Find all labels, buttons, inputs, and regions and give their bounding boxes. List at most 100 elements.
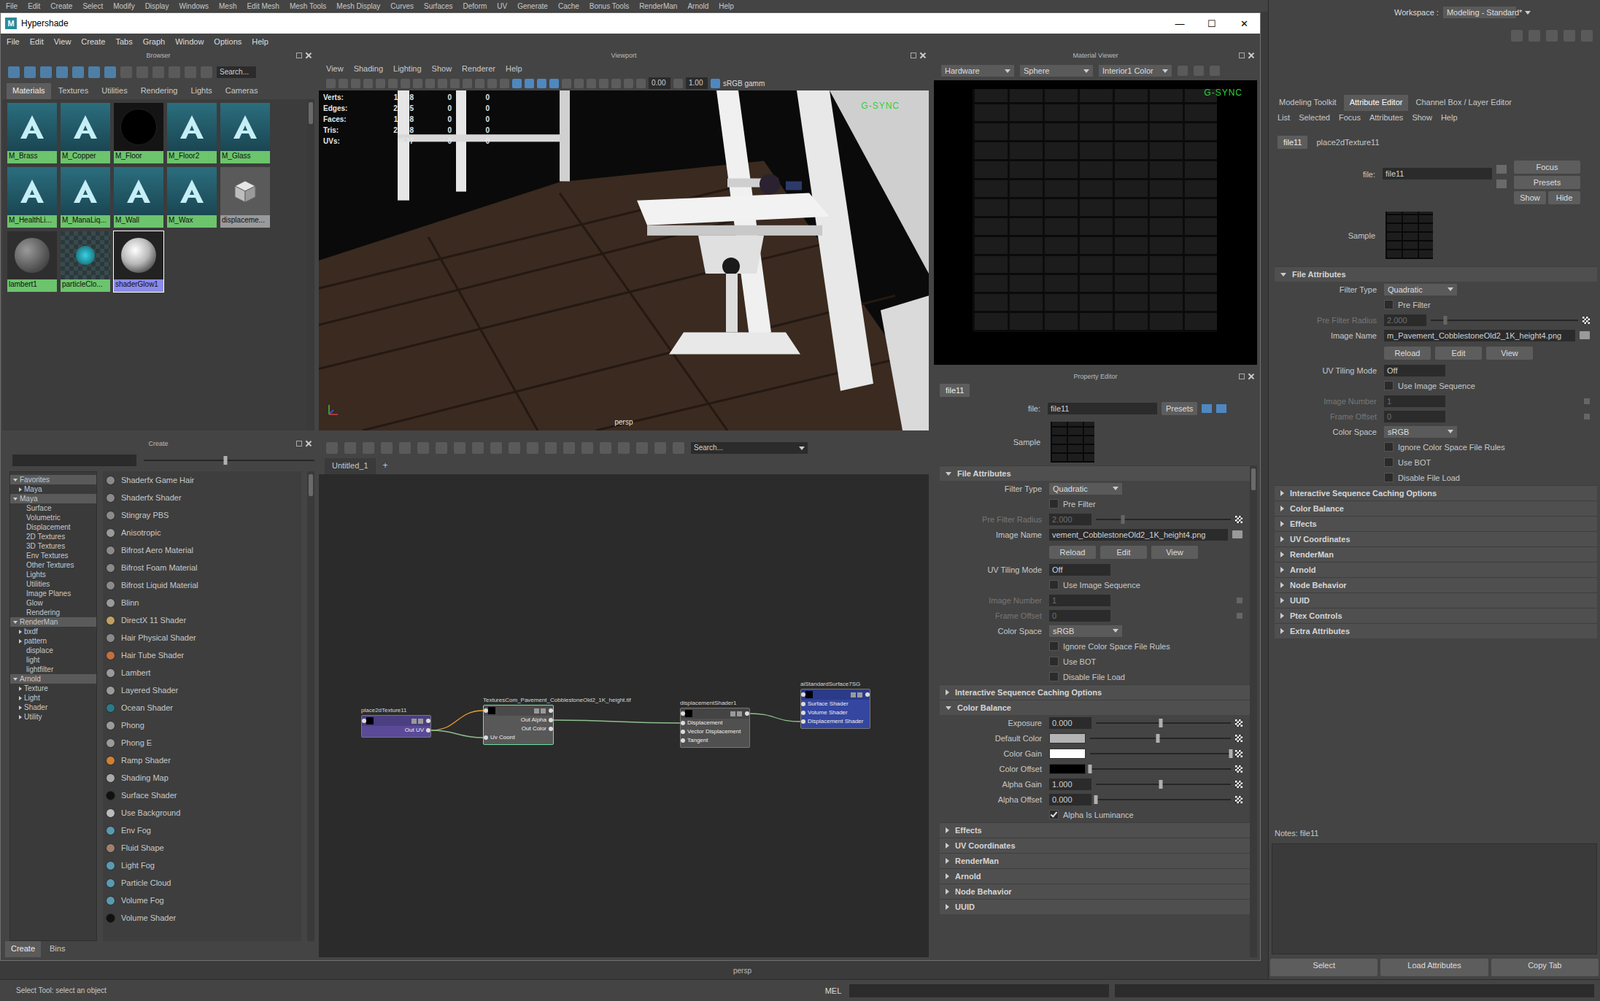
tree-item[interactable]: Lights — [10, 569, 97, 580]
value-field[interactable]: 1.000 — [1049, 778, 1092, 791]
color-swatch[interactable] — [1049, 763, 1086, 775]
checkbox[interactable] — [1384, 380, 1394, 391]
color-swatch[interactable] — [1049, 733, 1086, 744]
node-port[interactable]: Uv Coord — [483, 733, 554, 742]
graph-node[interactable]: TexturesCom_Pavement_CobblestoneOld2_1K_… — [482, 704, 554, 745]
material-swatch[interactable]: M_HealthLi... — [6, 166, 58, 229]
node-port[interactable]: Vector Displacement — [680, 727, 750, 737]
material-swatch[interactable]: M_Floor — [113, 102, 165, 165]
section-header[interactable]: UUID — [1274, 592, 1598, 608]
file-button[interactable]: View — [1151, 545, 1198, 559]
close-icon[interactable] — [305, 440, 312, 447]
tree-item[interactable]: Texture — [10, 683, 97, 694]
menu-item[interactable]: Attributes — [1369, 113, 1404, 122]
expand-icon[interactable] — [18, 715, 22, 720]
menu-item[interactable]: Modify — [113, 2, 135, 11]
create-node-item[interactable]: Layered Shader — [105, 681, 302, 699]
toolbar-icon[interactable] — [526, 442, 539, 454]
create-node-item[interactable]: Shaderfx Game Hair — [105, 471, 302, 489]
section-header[interactable]: Color Balance — [939, 699, 1250, 716]
tree-item[interactable]: Arnold — [10, 674, 97, 684]
tree-item[interactable]: Favorites — [10, 474, 97, 485]
tree-item[interactable]: displace — [10, 645, 97, 656]
node-tab[interactable]: file11 — [939, 383, 970, 397]
browser-tab[interactable]: Lights — [184, 83, 218, 100]
create-node-item[interactable]: Volume Shader — [105, 909, 302, 927]
map-icon[interactable] — [1235, 719, 1243, 727]
float-icon[interactable] — [1238, 52, 1245, 59]
create-node-item[interactable]: Particle Cloud — [105, 874, 302, 892]
bottom-tab[interactable]: Create — [5, 941, 41, 958]
input-connections-icon[interactable] — [1201, 404, 1212, 413]
menu-item[interactable]: Edit Mesh — [246, 2, 279, 11]
toolbar-icon[interactable] — [672, 442, 685, 454]
browser-tab[interactable]: Materials — [6, 83, 52, 100]
material-swatch[interactable]: M_Wax — [166, 166, 218, 229]
menu-item[interactable]: List — [1277, 113, 1290, 122]
key-icon[interactable] — [1583, 398, 1590, 405]
color-management-icon[interactable] — [710, 78, 721, 89]
section-header[interactable]: RenderMan — [939, 852, 1250, 869]
menu-item[interactable]: Mesh Display — [336, 2, 381, 11]
output-port[interactable] — [426, 718, 431, 724]
expand-icon[interactable] — [18, 686, 22, 691]
tool-icon[interactable] — [1528, 29, 1541, 42]
menu-item[interactable]: Create — [50, 2, 73, 11]
menu-item[interactable]: Deform — [463, 2, 488, 11]
attribute-dropdown[interactable]: sRGB — [1384, 426, 1457, 438]
toolbar-icon[interactable] — [412, 78, 423, 89]
toolbar-icon[interactable] — [425, 78, 435, 89]
editor-button[interactable]: Presets — [1513, 175, 1581, 189]
section-header[interactable]: Node Behavior — [939, 883, 1250, 899]
tree-item[interactable]: lightfilter — [10, 664, 97, 675]
presets-button[interactable]: Presets — [1161, 402, 1198, 416]
toolbar-icon[interactable] — [636, 78, 646, 89]
expand-icon[interactable] — [1280, 272, 1287, 277]
section-header[interactable]: UV Coordinates — [1274, 531, 1598, 547]
tree-item[interactable]: pattern — [10, 636, 97, 646]
toolbar-icon[interactable] — [545, 442, 557, 454]
checkbox[interactable] — [1384, 472, 1394, 483]
create-node-item[interactable]: Shading Map — [105, 768, 302, 787]
editor-button[interactable]: Show — [1513, 191, 1547, 205]
renderer-dropdown[interactable]: Hardware — [941, 64, 1015, 77]
expand-icon[interactable] — [1280, 582, 1285, 589]
slider[interactable] — [1095, 783, 1231, 786]
checkbox[interactable] — [1049, 580, 1059, 590]
workspace-dropdown[interactable]: Modeling - Standard* — [1443, 6, 1517, 19]
tree-item[interactable]: Maya — [10, 493, 97, 504]
folder-icon[interactable] — [1232, 530, 1243, 539]
create-search-field[interactable] — [12, 454, 137, 467]
toolbar-icon[interactable] — [344, 442, 357, 454]
menu-item[interactable]: Surfaces — [423, 2, 453, 11]
expand-icon[interactable] — [945, 706, 952, 710]
tree-item[interactable]: Rendering — [10, 607, 97, 618]
toolbar-icon[interactable] — [574, 78, 584, 89]
expand-icon[interactable] — [945, 842, 950, 849]
toolbar-icon[interactable] — [474, 78, 485, 89]
browser-tab[interactable]: Utilities — [95, 83, 133, 100]
tree-item[interactable]: Env Textures — [10, 550, 97, 561]
material-swatch[interactable]: M_Glass — [219, 102, 271, 165]
browser-tab[interactable]: Textures — [52, 83, 95, 100]
toolbar-icon[interactable] — [549, 78, 559, 89]
close-icon[interactable] — [920, 52, 926, 59]
toolbar-icon[interactable] — [472, 442, 484, 454]
menu-item[interactable]: Tabs — [115, 37, 133, 46]
material-swatch[interactable]: M_Wall — [113, 166, 165, 229]
value-field[interactable]: 0 — [1049, 609, 1111, 622]
expand-icon[interactable] — [1280, 536, 1285, 543]
key-icon[interactable] — [1583, 413, 1590, 420]
float-icon[interactable] — [296, 440, 303, 447]
section-header[interactable]: File Attributes — [939, 465, 1250, 481]
toolbar-icon[interactable] — [512, 78, 522, 89]
material-swatch[interactable]: displaceme... — [219, 166, 271, 229]
menu-item[interactable]: Graph — [143, 37, 166, 46]
slider[interactable] — [1430, 319, 1579, 322]
node-port[interactable]: Tangent — [680, 736, 750, 745]
create-node-item[interactable]: Fluid Shape — [105, 839, 302, 857]
toolbar-icon[interactable] — [536, 78, 547, 89]
create-node-item[interactable]: Env Fog — [105, 821, 302, 840]
toolbar-icon[interactable] — [72, 66, 84, 79]
footer-button[interactable]: Copy Tab — [1491, 958, 1599, 977]
